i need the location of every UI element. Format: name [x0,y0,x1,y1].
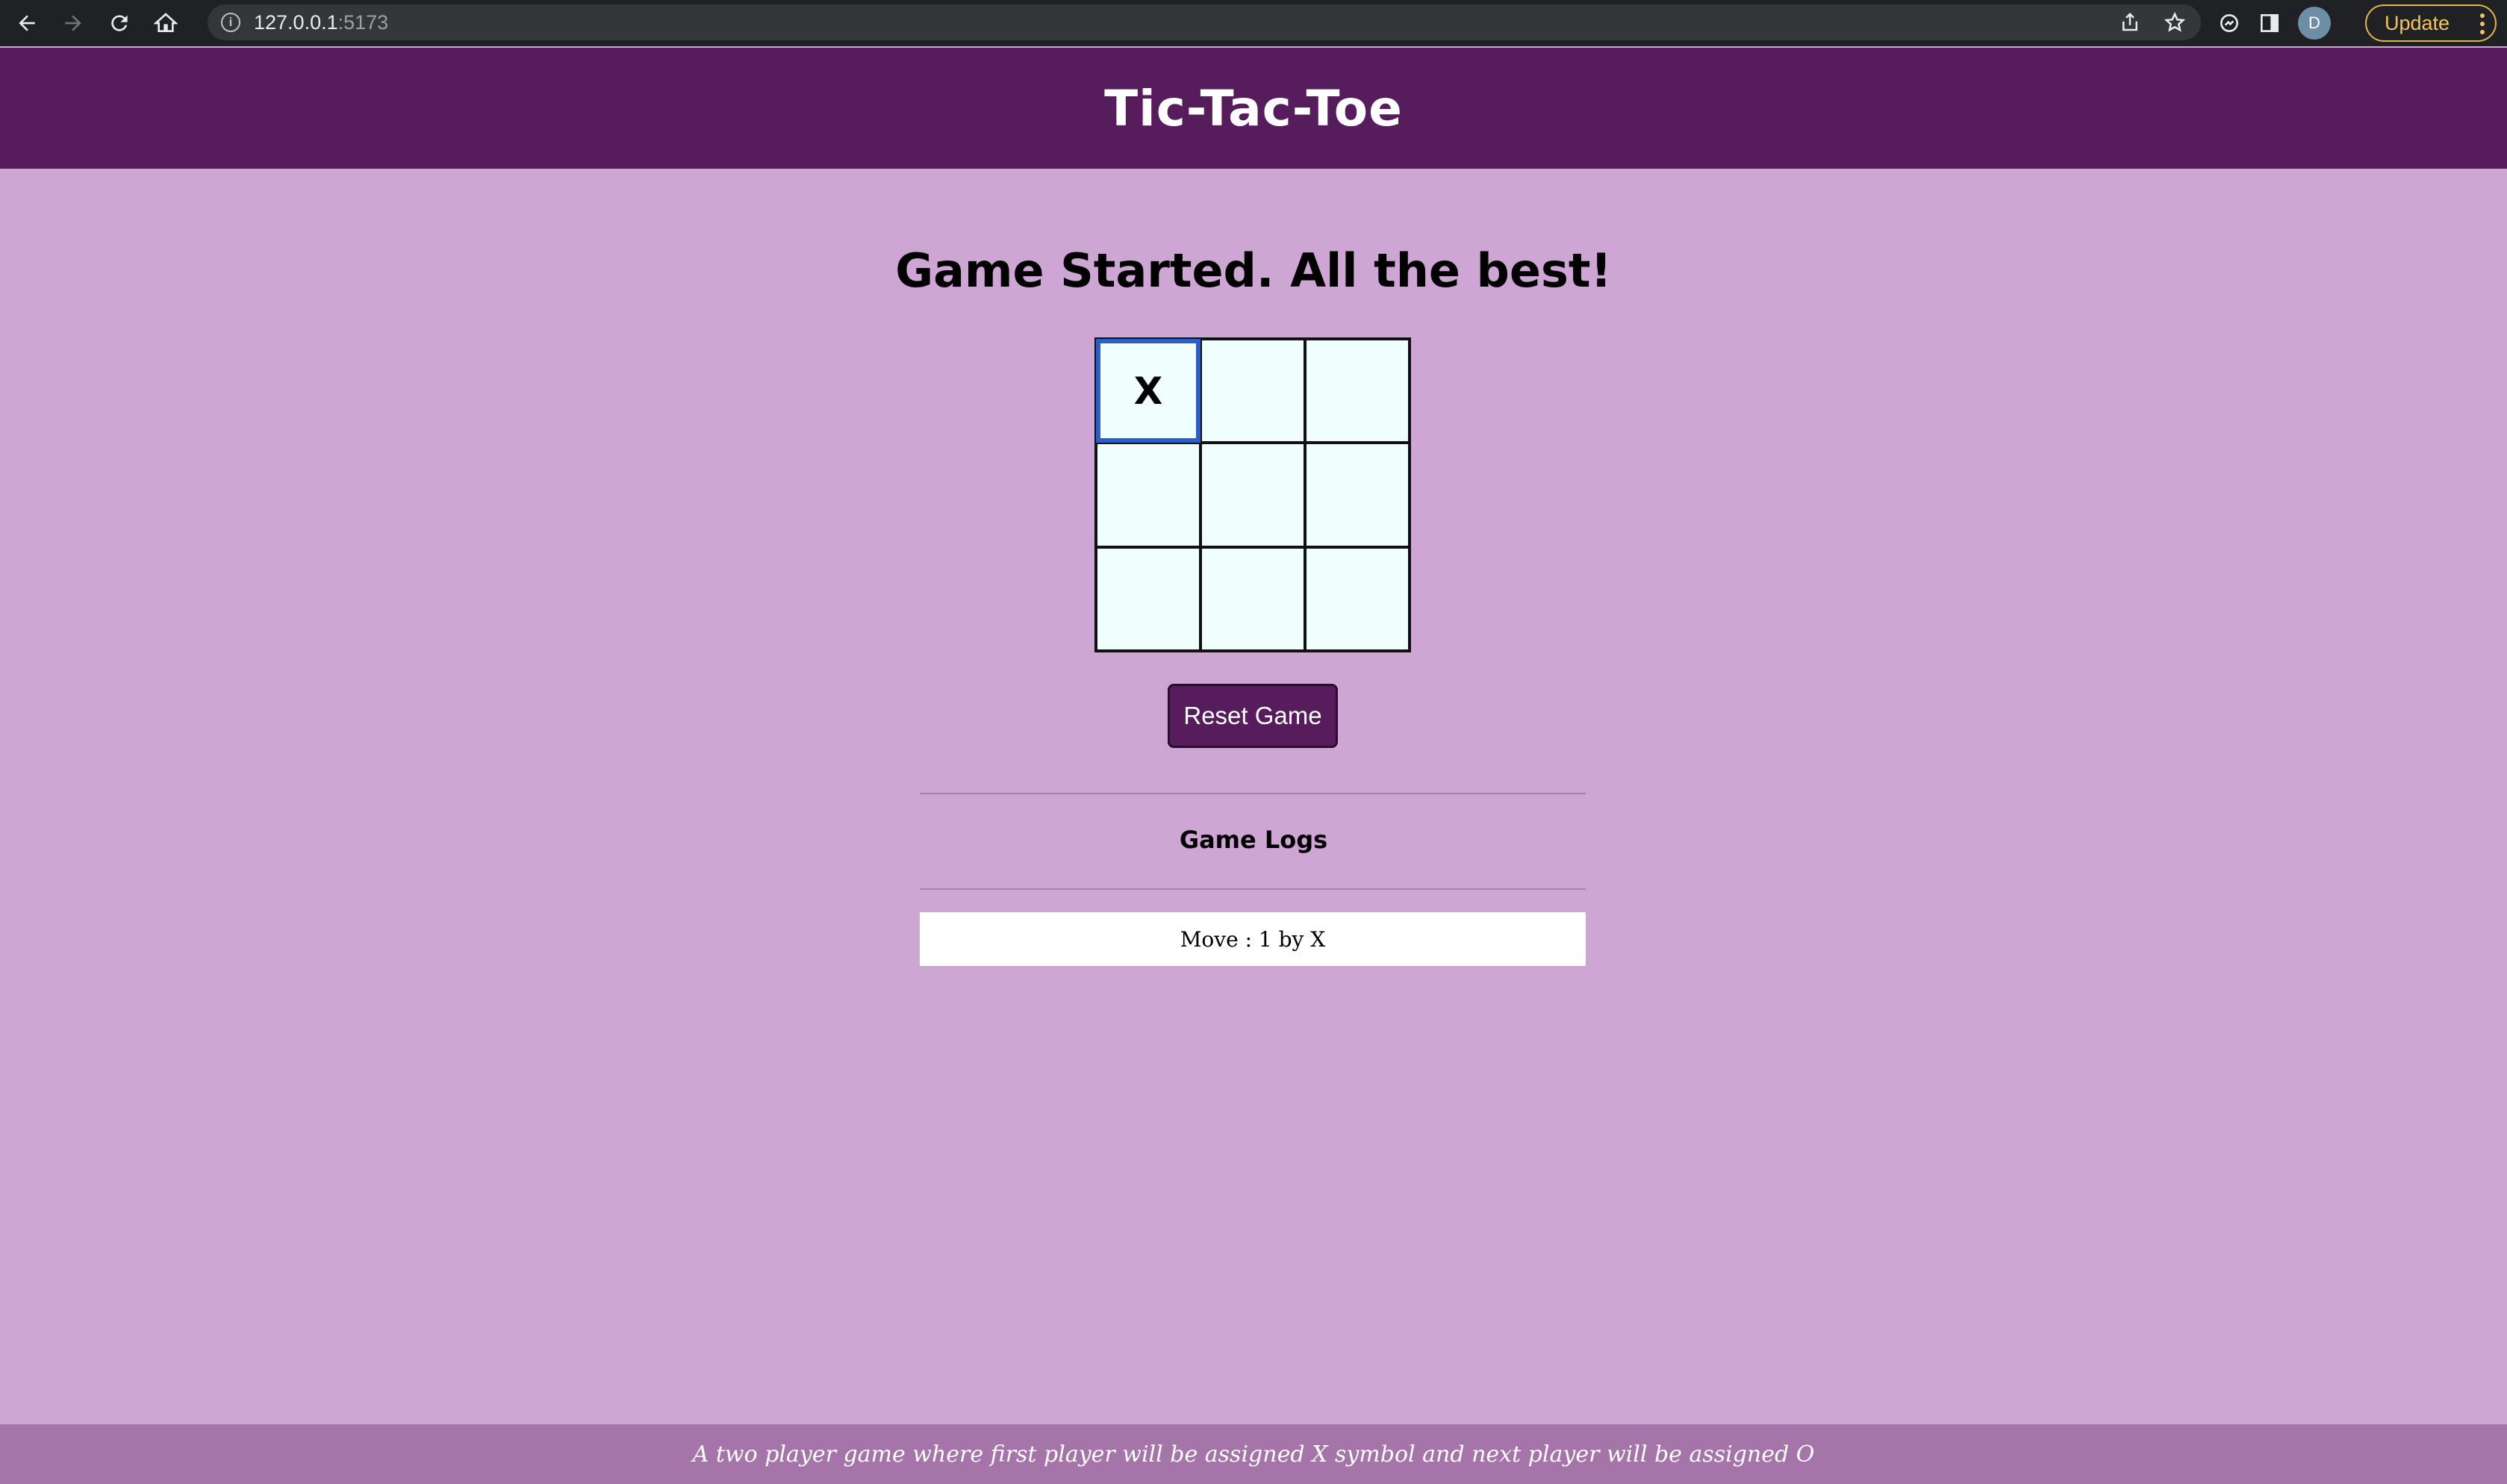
game-status: Game Started. All the best! [895,243,1612,298]
board-cell[interactable] [1200,339,1305,443]
app-footer: A two player game where first player wil… [0,1424,2507,1484]
board-cell[interactable] [1096,443,1200,547]
arrow-right-icon [65,15,81,31]
arrow-left-icon [19,15,35,31]
game-board: X [1094,337,1411,652]
board-cell[interactable] [1200,546,1305,651]
reload-button[interactable] [100,4,139,43]
divider [920,888,1586,890]
board-cell[interactable]: X [1096,339,1200,443]
divider [920,793,1586,794]
board-cell[interactable] [1305,546,1410,651]
back-button[interactable] [7,4,46,43]
more-vert-icon [2480,13,2485,34]
browser-toolbar: i 127.0.0.1 :5173 D Update [0,0,2507,46]
profile-avatar[interactable]: D [2298,7,2331,40]
info-icon[interactable]: i [221,13,240,32]
extension-icon[interactable] [2217,11,2241,35]
game-logs-title: Game Logs [1179,826,1328,854]
board-cell[interactable] [1200,443,1305,547]
board-cell[interactable] [1305,443,1410,547]
reload-icon [111,15,128,31]
share-icon[interactable] [2119,11,2141,34]
board-cell[interactable] [1305,339,1410,443]
side-panel-icon[interactable] [2258,11,2282,35]
url-host: 127.0.0.1 [254,10,338,34]
app-header: Tic-Tac-Toe [0,48,2507,169]
game-log-list: Move : 1 by X [920,912,1586,966]
log-entry: Move : 1 by X [920,912,1586,966]
app-title: Tic-Tac-Toe [1104,79,1403,137]
update-button[interactable]: Update [2365,4,2497,42]
bookmark-star-icon[interactable] [2164,11,2186,34]
home-icon [154,13,178,32]
url-port: :5173 [337,10,389,34]
address-bar[interactable]: i 127.0.0.1 :5173 [208,4,2201,40]
update-label: Update [2385,11,2450,34]
home-button[interactable] [146,4,185,43]
board-cell[interactable] [1096,546,1200,651]
forward-button[interactable] [54,4,93,43]
reset-game-button[interactable]: Reset Game [1168,684,1338,748]
footer-text: A two player game where first player wil… [692,1441,1815,1468]
